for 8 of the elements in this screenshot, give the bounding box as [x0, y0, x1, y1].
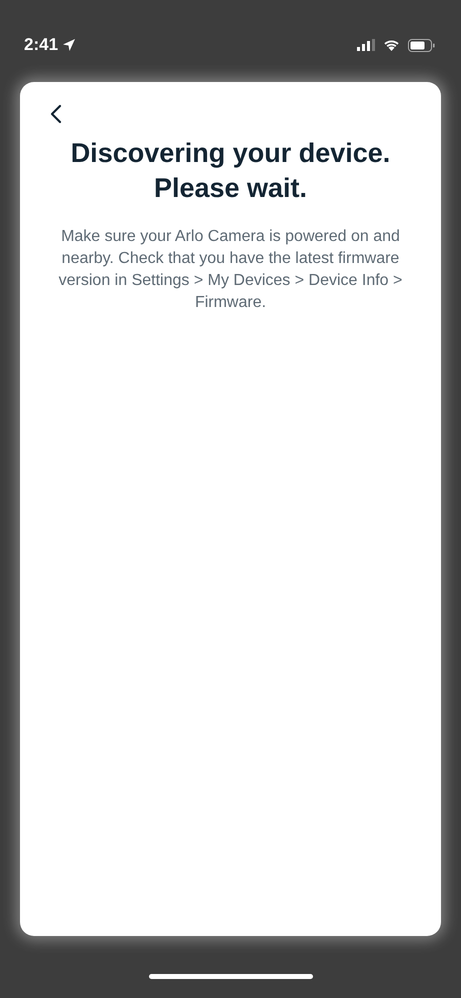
back-icon	[50, 104, 62, 124]
wifi-icon	[383, 39, 400, 51]
instruction-text: Make sure your Arlo Camera is powered on and nearby. Check that you have the latest firmware version in Settings > My Devices > Device Info > Firmware.	[58, 227, 404, 314]
location-arrow-icon	[62, 38, 76, 52]
signal-icon	[357, 39, 375, 51]
battery-icon	[408, 38, 435, 52]
page-title: Discovering your device. Please wait.	[70, 137, 392, 206]
status-time: 2:41	[24, 34, 58, 56]
